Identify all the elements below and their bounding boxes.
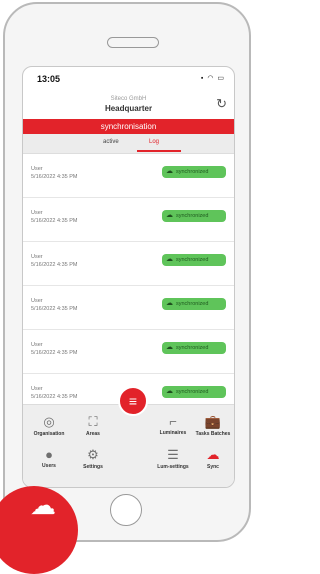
nav-label: Users [42,463,56,469]
list-item[interactable]: User 5/16/2022 4:35 PM ☁ synchronized [23,154,234,198]
status-time: 13:05 [37,74,61,84]
company-name: Siteco GmbH [110,96,147,102]
nav-label: Tasks Batches [195,431,231,437]
status-badge-label: synchronized [176,257,209,263]
cloud-check-icon: ☁ [166,168,173,175]
cloud-check-icon: ☁ [166,344,173,351]
status-badge: ☁ synchronized [162,386,226,398]
sync-log-list: User 5/16/2022 4:35 PM ☁ synchronized Use… [23,154,234,418]
sliders-icon: ☰ [167,447,179,462]
nav-luminaires[interactable]: ⌐ Luminaires [151,414,195,436]
tab-log[interactable]: Log [149,139,159,145]
nav-organisation[interactable]: ◎ Organisation [27,414,71,437]
cloud-sync-icon: ☁ [206,447,220,462]
page-title: Headquarter [104,104,153,113]
tab-indicator [137,150,181,152]
nav-sync[interactable]: ☁ Sync [191,447,234,470]
nav-lum-settings[interactable]: ☰ Lum-settings [151,447,195,470]
list-item[interactable]: User 5/16/2022 4:35 PM ☁ synchronized [23,242,234,286]
row-user: User [31,298,43,304]
row-date: 5/16/2022 4:35 PM [31,306,78,312]
home-button[interactable] [110,494,142,526]
nav-label: Settings [83,464,103,470]
menu-icon: ≡ [128,393,138,409]
user-icon: ● [45,447,53,462]
status-badge-label: synchronized [176,389,209,395]
cloud-check-icon: ☁ [166,388,173,395]
bottom-nav: ◎ Organisation ⛶ Areas ⌐ Luminaires 💼 Ta… [23,404,234,487]
status-badge: ☁ synchronized [162,342,226,354]
briefcase-icon: 💼 [204,414,222,429]
list-item[interactable]: User 5/16/2022 4:35 PM ☁ synchronized [23,286,234,330]
speaker-slot [107,37,159,48]
list-item[interactable]: User 5/16/2022 4:35 PM ☁ synchronized [23,330,234,374]
refresh-icon[interactable]: ↻ [216,96,227,112]
row-date: 5/16/2022 4:35 PM [31,174,78,180]
status-bar: 13:05 ▪︎ ◠ ▭ [23,67,234,87]
nav-settings[interactable]: ⚙ Settings [71,447,115,470]
row-date: 5/16/2022 4:35 PM [31,218,78,224]
frame-icon: ⛶ [88,414,98,429]
menu-button[interactable]: ≡ [118,386,148,416]
row-date: 5/16/2022 4:35 PM [31,350,78,356]
row-user: User [31,386,43,392]
status-badge-label: synchronized [176,213,209,219]
cloud-icon: ☁ [30,490,56,520]
status-icons: ▪︎ ◠ ▭ [200,75,225,82]
tab-active[interactable]: active [103,139,119,145]
cloud-check-icon: ☁ [166,212,173,219]
row-date: 5/16/2022 4:35 PM [31,262,78,268]
app-screen: 13:05 ▪︎ ◠ ▭ Siteco GmbH Headquarter ↻ s… [22,66,235,488]
nav-label: Areas [86,431,100,437]
section-banner: synchronisation [23,119,234,134]
cloud-check-icon: ☁ [166,256,173,263]
cloud-check-icon: ☁ [166,300,173,307]
status-badge-label: synchronized [176,301,209,307]
nav-users[interactable]: ● Users [27,447,71,469]
tab-bar: active Log [23,134,234,154]
brand-corner-badge: ☁ [0,486,78,574]
gear-icon: ⚙ [87,447,99,462]
row-user: User [31,166,43,172]
target-icon: ◎ [43,414,55,429]
nav-label: Luminaires [159,430,187,436]
list-item[interactable]: User 5/16/2022 4:35 PM ☁ synchronized [23,198,234,242]
luminaire-icon: ⌐ [169,414,177,429]
status-badge: ☁ synchronized [162,166,226,178]
nav-label: Lum-settings [157,464,189,470]
status-badge: ☁ synchronized [162,254,226,266]
status-badge: ☁ synchronized [162,210,226,222]
nav-label: Organisation [33,431,65,437]
nav-tasks[interactable]: 💼 Tasks Batches [191,414,234,437]
status-badge: ☁ synchronized [162,298,226,310]
row-user: User [31,342,43,348]
status-badge-label: synchronized [176,169,209,175]
row-user: User [31,254,43,260]
status-badge-label: synchronized [176,345,209,351]
nav-label: Sync [207,464,219,470]
row-date: 5/16/2022 4:35 PM [31,394,78,400]
row-user: User [31,210,43,216]
nav-areas[interactable]: ⛶ Areas [71,414,115,437]
